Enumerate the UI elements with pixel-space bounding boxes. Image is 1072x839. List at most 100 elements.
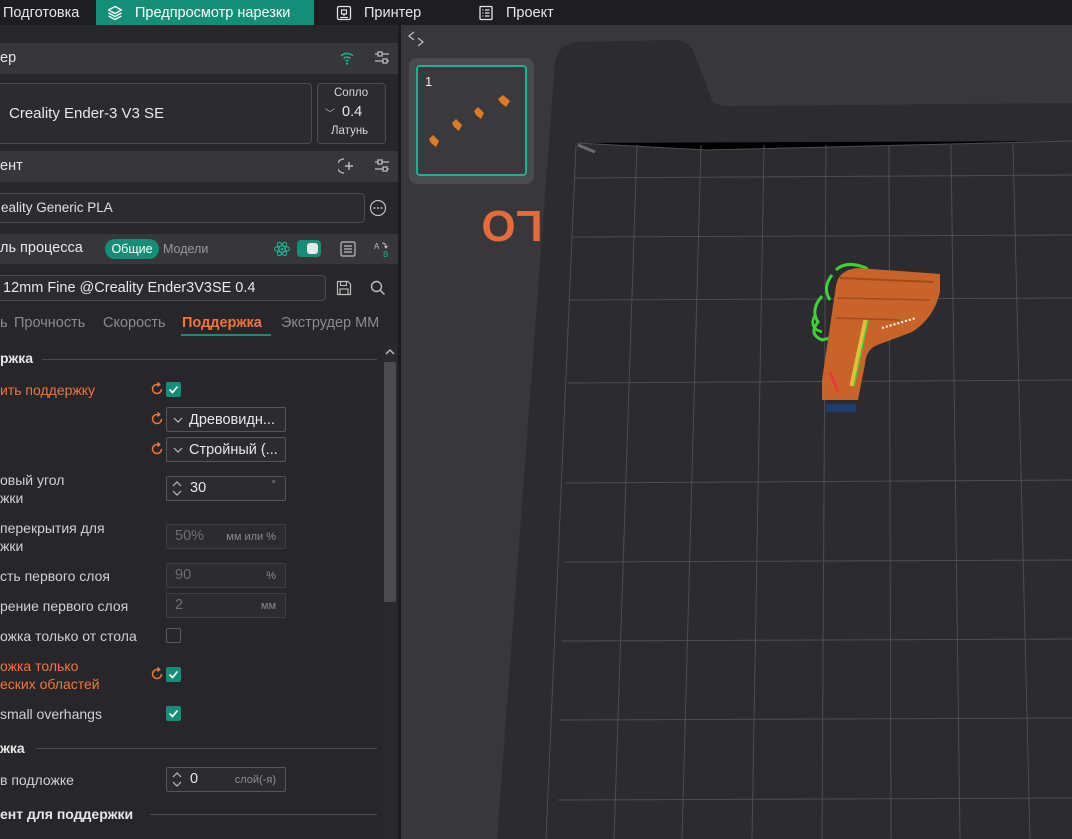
tab-printer[interactable]: Принтер [336, 0, 466, 25]
printer-icon [336, 5, 352, 21]
support-type-value: Древовидн... [189, 411, 275, 428]
top-tab-bar: Подготовка Предпросмотр нарезки Принтер … [0, 0, 1072, 25]
enable-support-checkbox[interactable] [166, 382, 181, 397]
compare-presets-icon[interactable]: AB [373, 240, 391, 258]
overlap-value: 50% [175, 528, 205, 544]
3d-viewport[interactable]: LO 1 [401, 25, 1072, 839]
plate-thumbnail[interactable]: 1 [416, 65, 527, 176]
chevron-down-icon: ﹀ [325, 109, 335, 120]
raft-section-title: жка [0, 740, 25, 756]
layers-icon [107, 5, 123, 21]
filament-selector[interactable]: eality Generic PLA [0, 193, 365, 223]
process-preset-name: 12mm Fine @Creality Ender3V3SE 0.4 [3, 280, 256, 296]
mode-general-button[interactable]: Общие [105, 239, 159, 259]
printer-name: Creality Ender-3 V3 SE [9, 105, 165, 122]
section-divider [42, 359, 377, 360]
tab-prepare[interactable]: Подготовка [0, 0, 96, 25]
process-section-title: ль процесса [0, 240, 83, 256]
support-type-select[interactable]: Древовидн... [166, 407, 286, 432]
tab-slice-preview-label: Предпросмотр нарезки [135, 4, 291, 21]
support-section-title: ржка [0, 350, 34, 366]
enable-support-label: ить поддержку [0, 382, 96, 398]
threshold-angle-label: овый угол [0, 472, 65, 488]
section-divider [150, 814, 377, 815]
filament-settings-icon[interactable] [373, 157, 391, 175]
plate-name-label: LO [481, 201, 542, 250]
printer-selector[interactable]: Creality Ender-3 V3 SE [0, 83, 312, 144]
tab-prepare-label: Подготовка [3, 4, 80, 21]
thumbnail-models [429, 95, 510, 147]
first-layer-density-input[interactable]: 90 % [166, 563, 286, 588]
spinner-icon[interactable] [171, 770, 183, 789]
mode-models-button[interactable]: Модели [163, 242, 208, 256]
printer-settings-icon[interactable] [373, 49, 391, 67]
atom-icon[interactable] [273, 240, 291, 258]
first-layer-expansion-value: 2 [175, 597, 184, 613]
overlap-label-2: жки [0, 538, 24, 554]
tab-strength[interactable]: Прочность [14, 315, 85, 331]
more-options-icon[interactable] [369, 199, 387, 217]
overlap-input[interactable]: 50% мм или % [166, 524, 286, 549]
reset-icon[interactable] [150, 412, 164, 426]
reset-icon[interactable] [150, 382, 164, 396]
tab-speed[interactable]: Скорость [103, 315, 166, 331]
threshold-angle-unit: ° [271, 479, 276, 491]
raft-layers-label: в подложке [0, 772, 74, 788]
add-filament-icon[interactable] [338, 157, 356, 175]
build-plate-only-label: ожка только от стола [0, 628, 137, 644]
wifi-icon[interactable] [338, 49, 356, 67]
raft-layers-unit: слой(-я) [234, 774, 276, 786]
threshold-angle-label-2: жки [0, 490, 24, 506]
spinner-icon[interactable] [171, 479, 183, 498]
chevron-down-icon [167, 417, 189, 423]
search-icon[interactable] [369, 279, 387, 297]
section-divider [36, 748, 377, 749]
plate-thumbnail-frame[interactable]: 1 [409, 58, 534, 184]
mode-general-label: Общие [111, 242, 153, 256]
collapse-sidebar-button[interactable] [406, 28, 426, 50]
first-layer-expansion-label: рение первого слоя [0, 598, 129, 614]
checkmark-icon [168, 709, 179, 718]
reset-icon[interactable] [150, 667, 164, 681]
first-layer-expansion-unit: мм [260, 600, 276, 612]
scroll-up-icon[interactable] [385, 348, 395, 356]
build-plate-only-checkbox[interactable] [166, 628, 181, 643]
raft-layers-input[interactable]: 0 слой(-я) [166, 767, 286, 792]
tab-printer-label: Принтер [364, 4, 422, 21]
first-layer-density-unit: % [266, 570, 276, 582]
checkmark-icon [168, 670, 179, 679]
advanced-toggle[interactable] [297, 240, 321, 257]
tab-slice-preview[interactable]: Предпросмотр нарезки [96, 0, 314, 25]
svg-text:A: A [374, 242, 380, 251]
first-layer-density-value: 90 [175, 567, 192, 583]
save-preset-icon[interactable] [335, 279, 353, 297]
overlap-unit: мм или % [226, 531, 276, 543]
list-settings-icon[interactable] [339, 240, 357, 258]
first-layer-density-label: сть первого слоя [0, 568, 110, 584]
tab-multimaterial[interactable]: Экструдер ММ [281, 315, 379, 331]
checkmark-icon [168, 385, 179, 394]
tab-support[interactable]: Поддержка [182, 315, 262, 331]
tab-project[interactable]: Проект [478, 0, 598, 25]
chevron-down-icon [167, 447, 189, 453]
svg-text:B: B [383, 250, 388, 258]
tab-project-label: Проект [506, 4, 554, 21]
support-style-value: Стройный (... [189, 441, 278, 458]
process-preset-selector[interactable]: 12mm Fine @Creality Ender3V3SE 0.4 [0, 275, 326, 301]
nozzle-selector[interactable]: Сопло ﹀ 0.4 Латунь [317, 83, 386, 144]
small-overhangs-checkbox[interactable] [166, 706, 181, 721]
scrollbar-thumb[interactable] [384, 362, 396, 602]
support-style-select[interactable]: Стройный (... [166, 437, 286, 462]
threshold-angle-input[interactable]: 30 ° [166, 476, 286, 501]
critical-regions-checkbox[interactable] [166, 667, 181, 682]
reset-icon[interactable] [150, 442, 164, 456]
nozzle-material: Латунь [331, 125, 369, 137]
tab-quality[interactable]: ь [0, 315, 8, 331]
critical-regions-label: ожка только [0, 658, 79, 674]
threshold-angle-value: 30 [190, 480, 207, 496]
filament-section-title: ент [0, 158, 23, 174]
nozzle-label: Сопло [334, 87, 369, 99]
raft-layers-value: 0 [190, 771, 199, 787]
printer-section-title: ер [0, 50, 17, 66]
first-layer-expansion-input[interactable]: 2 мм [166, 593, 286, 618]
